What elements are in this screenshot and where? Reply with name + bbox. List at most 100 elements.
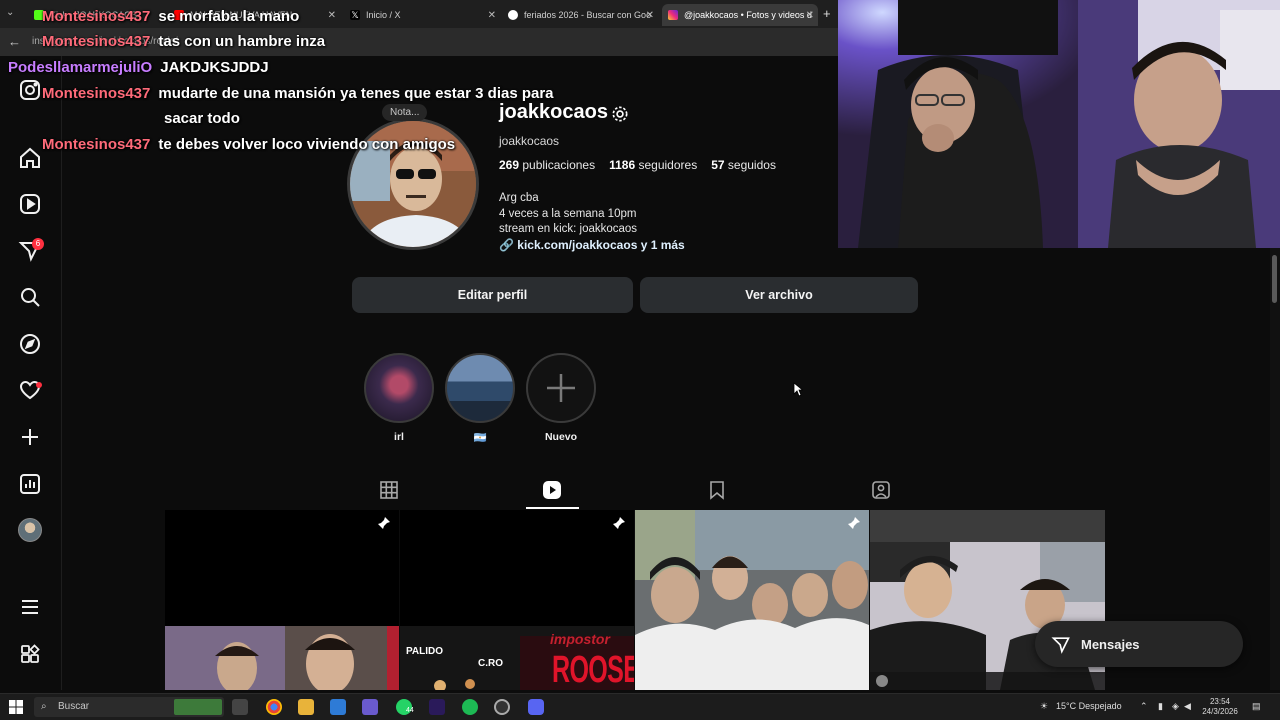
taskbar-search[interactable]: ⌕ Buscar <box>34 697 224 717</box>
weather-icon: ☀ <box>1040 701 1049 711</box>
profile-link[interactable]: 🔗 kick.com/joakkocaos y 1 más <box>499 238 685 252</box>
link-icon: 🔗 <box>499 238 514 252</box>
pinned-icon <box>847 516 861 530</box>
tab-google[interactable]: feriados 2026 - Buscar con Goo ✕ <box>502 4 658 26</box>
url-text[interactable]: instagram.com/joakkocaos/reels/ <box>32 36 178 47</box>
close-tab-icon[interactable]: ✕ <box>646 10 654 21</box>
mouse-cursor-icon <box>793 382 803 397</box>
tab-saved-bookmark-icon[interactable] <box>707 480 727 500</box>
tab-instagram[interactable]: @joakkocaos • Fotos y videos d ✕ <box>662 4 818 26</box>
highlight-label: Nuevo <box>544 431 578 443</box>
reel-overlay-text: PALIDO <box>406 646 444 657</box>
settings-gear-icon[interactable] <box>610 104 630 124</box>
search-highlight-image <box>174 699 222 715</box>
tray-network-icon[interactable]: ◈ <box>1172 701 1179 712</box>
notification-center-icon[interactable]: ▤ <box>1252 701 1261 712</box>
explore-compass-icon[interactable] <box>18 332 42 356</box>
tab-youtube[interactable]: MALBEN NUEVA HAVEN ✕ <box>168 4 340 26</box>
profile-avatar-icon[interactable] <box>18 518 42 542</box>
instagram-logo-icon[interactable] <box>18 78 42 102</box>
close-tab-icon[interactable]: ✕ <box>328 10 336 21</box>
posts-count: 269 <box>499 158 520 172</box>
windows-start-icon[interactable] <box>9 700 23 714</box>
tab-title: Inicio / X <box>366 10 401 20</box>
pinned-icon <box>377 516 391 530</box>
notification-badge: 6 <box>32 238 44 250</box>
tray-usb-icon[interactable]: ▮ <box>1158 701 1163 712</box>
create-plus-icon[interactable] <box>18 425 42 449</box>
chrome-icon[interactable] <box>266 699 282 715</box>
premiere-icon[interactable] <box>429 699 445 715</box>
google-icon <box>508 10 518 20</box>
reel-thumbnail[interactable]: PALIDO C.RO impostor ROOSEVELT <box>400 626 634 690</box>
tray-chevron-icon[interactable]: ⌃ <box>1140 701 1148 712</box>
reel-thumbnail[interactable] <box>635 510 869 690</box>
more-apps-icon[interactable] <box>18 642 42 666</box>
search-icon[interactable] <box>18 285 42 309</box>
tab-kick[interactable]: Kick • JOAKKOCAOS <box>28 4 168 26</box>
task-view-icon[interactable] <box>232 699 248 715</box>
clock-time: 23:54 <box>1209 697 1231 706</box>
discord-icon[interactable] <box>528 699 544 715</box>
reels-icon[interactable] <box>18 192 42 216</box>
chat-text: mudarte de una mansión ya tenes que esta… <box>158 85 554 102</box>
tray-volume-icon[interactable]: ◀ <box>1184 701 1191 712</box>
whatsapp-badge: 44 <box>406 707 414 714</box>
profile-link-text[interactable]: kick.com/joakkocaos y 1 más <box>517 238 684 252</box>
taskbar-clock[interactable]: 23:54 24/3/2026 <box>1200 697 1240 717</box>
reel-thumbnail[interactable] <box>165 510 399 626</box>
tab-list-icon[interactable]: ⌄ <box>6 7 14 18</box>
tab-reels-icon[interactable] <box>542 480 562 500</box>
chat-text: JAKDJKSJDDJ <box>160 59 269 76</box>
highlight-irl[interactable] <box>364 353 434 423</box>
address-bar[interactable]: ← instagram.com/joakkocaos/reels/ <box>0 28 840 56</box>
tab-title: MALBEN NUEVA HAVEN <box>190 10 293 20</box>
followers-label: seguidores <box>638 158 698 172</box>
tab-title: feriados 2026 - Buscar con Goo <box>524 10 652 20</box>
tab-posts-grid-icon[interactable] <box>379 480 399 500</box>
photoshop-icon[interactable] <box>362 699 378 715</box>
edit-profile-button[interactable]: Editar perfil <box>352 277 633 313</box>
app-icon[interactable] <box>330 699 346 715</box>
dashboard-icon[interactable] <box>18 472 42 496</box>
tab-tagged-icon[interactable] <box>871 480 891 500</box>
instagram-icon <box>668 10 678 20</box>
screen: ⌄ Kick • JOAKKOCAOS MALBEN NUEVA HAVEN ✕… <box>0 0 1280 720</box>
obs-icon[interactable] <box>494 699 510 715</box>
posts-label: publicaciones <box>522 158 596 172</box>
profile-avatar[interactable] <box>347 118 479 250</box>
posts-stat: 269 publicaciones <box>499 158 595 172</box>
back-arrow-icon[interactable]: ← <box>8 34 21 49</box>
new-tab-button[interactable]: + <box>823 6 831 21</box>
home-icon[interactable] <box>18 146 42 170</box>
close-tab-icon[interactable]: ✕ <box>806 10 814 21</box>
highlight-argentina[interactable] <box>445 353 515 423</box>
spotify-icon[interactable] <box>462 699 478 715</box>
file-explorer-icon[interactable] <box>298 699 314 715</box>
browser-tab-strip: ⌄ Kick • JOAKKOCAOS MALBEN NUEVA HAVEN ✕… <box>0 0 840 28</box>
highlight-label: irl <box>394 431 404 443</box>
webcam-overlay <box>838 0 1280 248</box>
notification-dot <box>36 382 42 388</box>
tab-x[interactable]: 𝕏 Inicio / X ✕ <box>344 4 500 26</box>
followers-stat[interactable]: 1186 seguidores <box>609 158 697 172</box>
messages-button[interactable]: Mensajes <box>1035 621 1243 667</box>
scrollbar-track[interactable] <box>1270 248 1280 690</box>
taskbar-search-placeholder: Buscar <box>58 701 90 712</box>
reel-thumbnail[interactable] <box>165 626 399 690</box>
profile-note-bubble[interactable]: Nota... <box>382 104 428 121</box>
weather-text[interactable]: 15°C Despejado <box>1056 701 1122 711</box>
highlight-label: 🇦🇷 <box>473 432 487 444</box>
send-icon <box>1051 637 1070 654</box>
new-highlight-button[interactable] <box>526 353 596 423</box>
close-tab-icon[interactable]: ✕ <box>488 10 496 21</box>
scrollbar-thumb[interactable] <box>1272 255 1277 303</box>
following-count: 57 <box>711 158 725 172</box>
view-archive-button[interactable]: Ver archivo <box>640 277 918 313</box>
bio-line: 4 veces a la semana 10pm <box>499 207 637 220</box>
messages-label: Mensajes <box>1081 636 1140 652</box>
menu-hamburger-icon[interactable] <box>18 595 42 619</box>
followers-count: 1186 <box>609 158 636 172</box>
reel-thumbnail[interactable] <box>400 510 634 626</box>
following-stat[interactable]: 57 seguidos <box>711 158 776 172</box>
